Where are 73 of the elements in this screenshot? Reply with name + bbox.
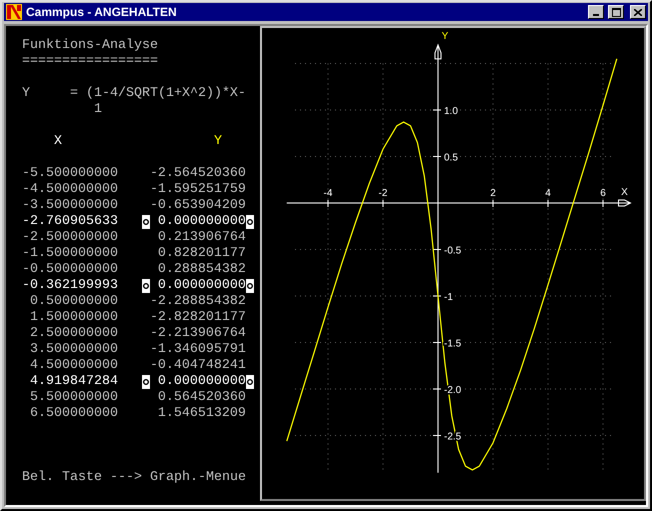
tick-mark <box>432 388 442 390</box>
y-value: 1.546513209 <box>156 406 246 422</box>
circle-marker-icon <box>246 279 254 293</box>
heading-underline: ================= <box>22 54 159 70</box>
x-value: -0.362199993 <box>22 278 118 294</box>
y-value: 0.000000000 <box>156 278 246 294</box>
analysis-heading: Funktions-Analyse <box>22 38 159 54</box>
tick-mark <box>432 156 442 157</box>
equation-expression: (1-4/SQRT(1+X^2))*X-1 <box>86 86 247 118</box>
circle-marker-icon <box>246 215 254 229</box>
maximize-button[interactable] <box>608 5 624 19</box>
y-value: -1.595251759 <box>150 182 246 198</box>
y-value: -0.653904209 <box>150 198 246 214</box>
tick-mark <box>492 200 494 208</box>
x-tick-label: 6 <box>600 188 606 199</box>
y-value: 0.000000000 <box>156 374 246 390</box>
tick-mark <box>602 200 604 208</box>
column-header: Y <box>214 134 222 150</box>
x-value: 3.500000000 <box>28 342 118 358</box>
y-value: 0.564520360 <box>156 390 246 406</box>
minimize-button[interactable] <box>588 5 604 19</box>
x-value: -5.500000000 <box>22 166 118 182</box>
x-value: -3.500000000 <box>22 198 118 214</box>
y-value: -2.213906764 <box>150 326 246 342</box>
y-value: 0.288854382 <box>156 262 246 278</box>
key-hint: Bel. Taste ---> Graph.-Menue <box>22 470 247 486</box>
window-title: Cammpus - ANGEHALTEN <box>26 5 178 19</box>
y-value: 0.828201177 <box>156 246 246 262</box>
x-value: 0.500000000 <box>28 294 118 310</box>
x-value: -2.500000000 <box>22 230 118 246</box>
maximize-icon <box>612 8 620 16</box>
x-axis-label: X <box>621 187 628 198</box>
app-icon <box>6 4 22 20</box>
x-value: 5.500000000 <box>28 390 118 406</box>
y-tick-label: 1.0 <box>444 106 458 117</box>
close-button[interactable] <box>630 5 646 19</box>
tick-mark <box>432 435 442 436</box>
y-axis-label: Y <box>442 31 448 42</box>
y-value: 0.213906764 <box>156 230 246 246</box>
equation-variable: Y <box>22 86 31 103</box>
y-value: 0.000000000 <box>156 214 246 230</box>
y-tick-label: 0.5 <box>444 152 458 164</box>
y-value: -2.828201177 <box>150 310 246 326</box>
x-value: 4.919847284 <box>28 374 118 390</box>
x-value: 1.500000000 <box>28 310 118 326</box>
circle-marker-icon <box>246 375 254 389</box>
x-tick-label: 2 <box>490 188 496 199</box>
circle-marker-icon <box>142 215 150 229</box>
y-value: -0.404748241 <box>150 358 246 374</box>
y-tick-label: -1.5 <box>444 338 462 350</box>
x-value: -4.500000000 <box>22 182 118 198</box>
x-value: 6.500000000 <box>28 406 118 422</box>
y-tick-label: -1 <box>444 292 453 303</box>
x-value: -1.500000000 <box>22 246 118 262</box>
tick-mark <box>432 249 442 250</box>
x-value: -0.500000000 <box>22 262 118 278</box>
y-value: -2.564520360 <box>150 166 246 182</box>
x-tick-label: -2 <box>378 188 388 199</box>
x-value: 4.500000000 <box>28 358 118 374</box>
tick-mark <box>432 342 442 343</box>
x-tick-label: 4 <box>545 188 551 199</box>
x-tick-label: -4 <box>324 188 332 199</box>
tick-mark <box>382 200 384 208</box>
circle-marker-icon <box>142 375 150 389</box>
equation-operator: = <box>70 86 79 103</box>
close-icon <box>634 8 642 16</box>
y-value: -2.288854382 <box>150 294 246 310</box>
column-header: X <box>54 134 63 150</box>
x-value: -2.760905633 <box>22 214 118 230</box>
y-tick-label: -0.5 <box>444 246 462 256</box>
y-value: -1.346095791 <box>150 342 246 358</box>
circle-marker-icon <box>142 279 150 293</box>
x-value: 2.500000000 <box>28 326 118 342</box>
